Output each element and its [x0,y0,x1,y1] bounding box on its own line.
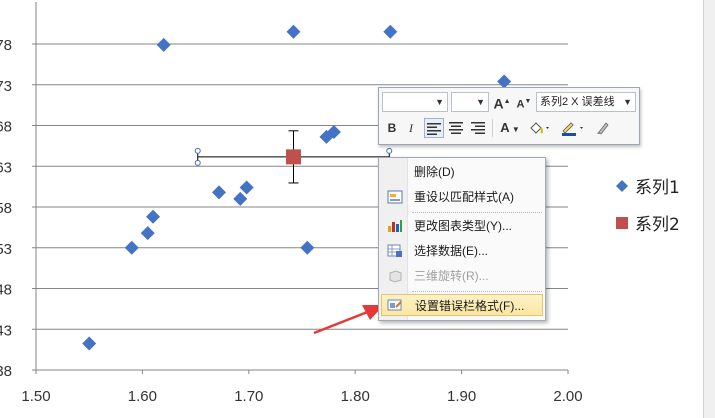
align-right-icon [471,122,485,134]
x-tick-label: 1.80 [341,388,370,405]
menu-item-3d-rotation[interactable]: 三维旋转(R)... [381,265,543,287]
menu-item-delete[interactable]: 删除(D) [381,161,543,183]
toolbar-separator [492,119,493,137]
legend-label-series1: 系列1 [635,178,680,198]
paint-bucket-icon [530,122,549,134]
legend-marker-series1 [616,180,628,192]
series1-point [239,180,254,195]
menu-item-reset-style[interactable]: 重设以匹配样式(A) [381,186,543,208]
x-tick-label: 2.00 [553,388,582,405]
series1-point [124,240,139,255]
reset-style-icon [387,190,403,204]
legend-marker-series2 [616,217,628,229]
menu-item-label: 重设以匹配样式(A) [414,190,514,204]
bold-icon: B [387,121,397,135]
series1-point [383,24,398,39]
series1-point [300,240,315,255]
italic-icon: I [409,121,413,135]
menu-item-label: 三维旋转(R)... [414,269,489,283]
shrink-font-button[interactable]: A▼ [515,92,533,112]
y-tick-label: 38 [0,363,12,380]
y-tick-label: 43 [0,322,12,339]
x-tick-label: 1.70 [234,388,263,405]
bold-button[interactable]: B [384,118,400,138]
shrink-font-icon: A [516,98,525,111]
font-color-button[interactable]: A ▼ [497,118,523,138]
align-center-button[interactable] [446,118,466,138]
series1-point [286,24,301,39]
y-tick-label: 53 [0,241,12,258]
format-error-bars-icon [387,299,402,311]
y-tick-label: 48 [0,282,12,299]
format-painter-button[interactable] [593,118,613,138]
y-tick-label: 63 [0,159,12,176]
chevron-down-icon: ▼ [623,97,632,107]
context-menu: 删除(D) 重设以匹配样式(A) 更改图表类型(Y)... 选择数据(E)...… [378,157,546,321]
chart-element-selector[interactable]: 系列2 X 误差线 ▼ [536,92,636,112]
selection-handle [194,147,201,154]
selection-handle [386,147,393,154]
selection-handle [194,159,201,166]
legend-label-series2: 系列2 [635,215,680,235]
excel-chart-area: 38 43 48 53 58 63 68 73 78 1.50 1.60 1.70 1.80 1.90 2.… [0,0,715,418]
fill-color-button[interactable] [527,118,553,138]
outline-color-button[interactable] [559,118,587,138]
align-left-button[interactable] [424,118,444,138]
chevron-down-icon: ▼ [476,97,485,107]
align-right-button[interactable] [468,118,488,138]
y-tick-label: 58 [0,200,12,217]
series1-point [156,37,171,52]
grow-font-button[interactable]: A▲ [493,92,511,112]
chevron-down-icon: ▼ [435,97,444,107]
align-center-icon [449,122,463,134]
scatter-chart[interactable]: 38 43 48 53 58 63 68 73 78 1.50 1.60 1.70 1.80 1.90 2.… [0,0,715,418]
series1-point [140,226,155,241]
menu-separator [412,291,542,292]
select-data-icon [387,244,402,257]
series1-point [82,336,97,351]
y-tick-label: 73 [0,78,12,95]
italic-button[interactable]: I [403,118,419,138]
mini-format-toolbar: ▼ ▼ A▲ A▼ 系列2 X 误差线 ▼ B I A ▼ [378,87,640,145]
series1-point [233,191,248,206]
font-name-combo[interactable]: ▼ [382,92,448,112]
menu-item-label: 更改图表类型(Y)... [414,219,512,233]
menu-separator [412,212,542,213]
y-tick-label: 78 [0,37,12,54]
align-left-icon [427,123,441,135]
series1-point [146,209,161,224]
vertical-scrollbar[interactable] [703,0,715,418]
menu-item-format-error-bars[interactable]: 设置错误栏格式(F)... [381,294,543,316]
menu-item-label: 删除(D) [414,165,455,179]
series2-point [285,149,301,165]
y-tick-label: 68 [0,119,12,136]
x-tick-label: 1.60 [128,388,157,405]
x-tick-label: 1.50 [21,388,50,405]
menu-item-change-chart-type[interactable]: 更改图表类型(Y)... [381,215,543,237]
menu-item-label: 设置错误栏格式(F)... [415,299,525,313]
menu-item-select-data[interactable]: 选择数据(E)... [381,240,543,262]
grow-font-icon: A [493,95,504,112]
chart-element-value: 系列2 X 误差线 [540,96,615,108]
3d-rotation-icon [389,270,402,283]
x-tick-label: 1.90 [447,388,476,405]
menu-item-label: 选择数据(E)... [414,244,488,258]
font-color-icon: A [500,120,510,135]
font-size-combo[interactable]: ▼ [451,92,489,112]
brush-icon [597,122,609,135]
pen-outline-icon [562,122,583,136]
change-chart-type-icon [388,220,402,232]
series1-point [212,185,227,200]
